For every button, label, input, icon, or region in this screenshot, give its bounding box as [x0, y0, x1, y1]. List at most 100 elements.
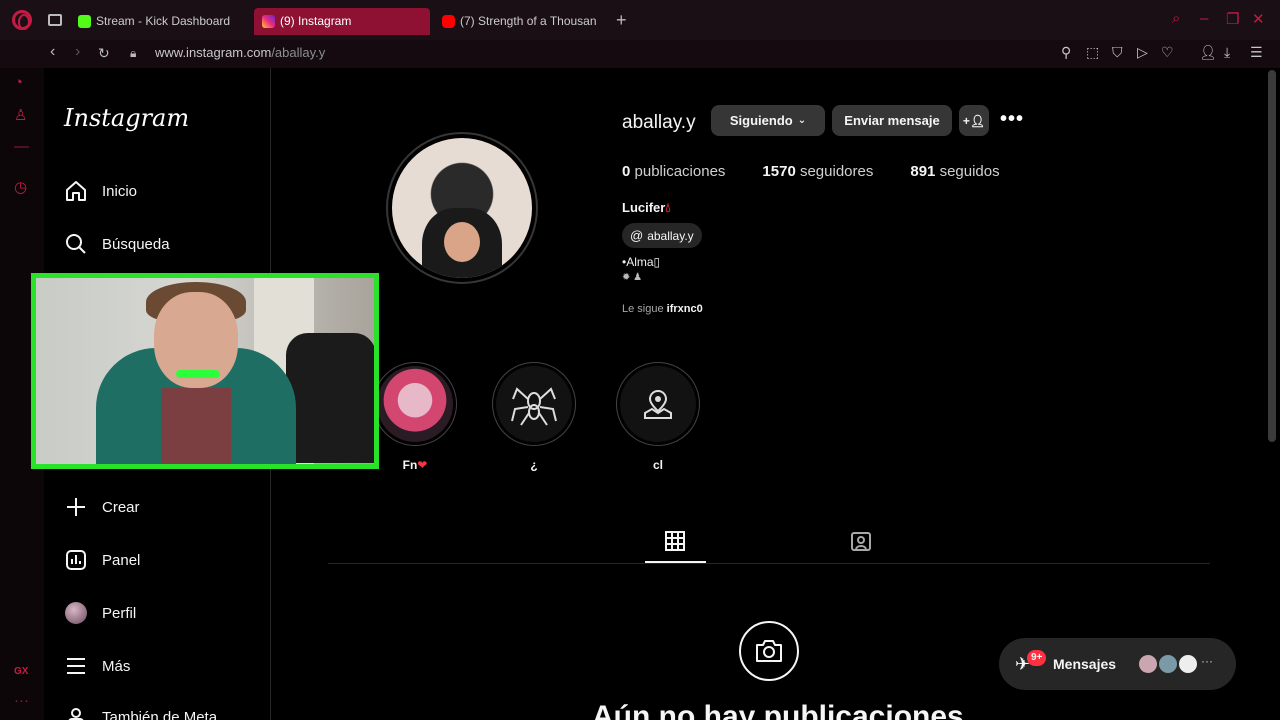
tab-label: (7) Strength of a Thousan	[460, 14, 597, 28]
avatar	[1177, 653, 1199, 675]
pin-icon[interactable]: ⚲	[1061, 44, 1071, 61]
nav-item-inicio[interactable]: Inicio	[64, 176, 137, 206]
highlight-question[interactable]: ¿	[491, 362, 577, 472]
webcam-headphones-glow	[176, 370, 220, 378]
messages-dock[interactable]: ✈︎ 9+ Mensajes ···	[999, 638, 1236, 690]
followed-by[interactable]: Le sigue ifrxnc0	[622, 303, 703, 315]
profile-bio: •Alma▯ ✹ ♟	[622, 254, 660, 286]
nav-item-perfil[interactable]: Perfil	[64, 598, 136, 628]
avatar	[64, 601, 88, 625]
forward-button[interactable]: ›	[75, 43, 80, 61]
highlight-label: cl	[652, 458, 663, 472]
profile-picture[interactable]	[386, 132, 538, 284]
lock-icon[interactable]: 🔒︎	[130, 46, 136, 61]
opera-logo-icon[interactable]	[12, 10, 32, 30]
highlight-fn[interactable]: Fn❤	[372, 362, 458, 472]
tab-youtube[interactable]: (7) Strength of a Thousan	[434, 8, 606, 35]
home-icon	[64, 179, 88, 203]
tab-posts-grid[interactable]	[664, 530, 688, 554]
gx-corner-icon[interactable]: ♙	[14, 106, 27, 124]
tab-label: Stream - Kick Dashboard	[96, 14, 231, 28]
nav-label: Perfil	[102, 604, 137, 622]
messages-label: Mensajes	[1053, 656, 1117, 672]
instagram-favicon-icon	[262, 15, 275, 28]
tab-instagram[interactable]: (9) Instagram	[254, 8, 430, 35]
snapshot-icon[interactable]: ⬚	[1086, 44, 1099, 61]
nav-item-meta[interactable]: También de Meta	[64, 702, 217, 720]
posts-stat: 0 publicaciones	[622, 163, 725, 180]
url-host: www.instagram.com	[155, 45, 272, 60]
url-field[interactable]: www.instagram.com/aballay.y	[155, 45, 325, 60]
tab-tagged[interactable]	[850, 530, 874, 554]
new-tab-button[interactable]: +	[616, 10, 627, 31]
no-posts-title: Aún no hay publicaciones	[592, 700, 964, 720]
following-button[interactable]: Siguiendo ⌄	[711, 105, 825, 136]
nav-label: Inicio	[102, 182, 138, 200]
nav-label: Búsqueda	[102, 235, 170, 253]
minimize-button[interactable]: –	[1200, 10, 1208, 27]
more-options-icon[interactable]: •••	[1000, 108, 1024, 131]
threads-icon: @	[630, 228, 644, 243]
reload-button[interactable]: ↻	[98, 45, 110, 62]
maximize-button[interactable]: ❐	[1226, 10, 1239, 28]
bio-text: •Alma	[622, 255, 654, 269]
webcam-gaming-chair	[286, 333, 374, 463]
send-message-button[interactable]: Enviar mensaje	[832, 105, 952, 136]
adblock-icon[interactable]: ⛉	[1112, 44, 1123, 61]
page-scrollbar[interactable]	[1268, 70, 1276, 442]
meta-icon	[64, 705, 88, 720]
tab-kick-dashboard[interactable]: Stream - Kick Dashboard	[70, 8, 248, 35]
followed-by-prefix: Le sigue	[622, 303, 664, 315]
followers-count: 1570	[762, 163, 796, 180]
close-button[interactable]: ✕	[1252, 10, 1265, 28]
avatar	[1137, 653, 1159, 675]
add-person-icon: +👤︎	[962, 113, 986, 128]
messages-badge: 9+	[1027, 650, 1047, 666]
history-clock-icon[interactable]: ◷	[14, 178, 27, 196]
search-tabs-icon[interactable]: ⌕	[1172, 10, 1180, 27]
following-stat[interactable]: 891 seguidos	[910, 163, 999, 180]
tagged-user-icon	[851, 532, 871, 551]
address-bar: ‹ › ↻ 🔒︎ www.instagram.com/aballay.y ⚲ ⬚…	[0, 40, 1280, 68]
nav-item-crear[interactable]: Crear	[64, 492, 140, 522]
bio-emoji-line: ✹ ♟	[622, 272, 643, 283]
gx-control-icon[interactable]: ◔	[14, 74, 23, 91]
account-icon[interactable]: 👤︎	[1199, 44, 1217, 61]
tab-label: (9) Instagram	[280, 14, 352, 28]
workspace-icon[interactable]	[48, 14, 62, 26]
sidebar-more-icon[interactable]: ···	[14, 692, 29, 709]
blood-drop-icon: 💧︎	[665, 200, 671, 215]
threads-link[interactable]: @ aballay.y	[622, 223, 702, 248]
nav-label: Panel	[102, 551, 141, 569]
nav-label: También de Meta	[102, 708, 218, 720]
easy-setup-menu-icon[interactable]: ☰	[1250, 44, 1263, 61]
highlight-cl[interactable]: cl	[615, 362, 701, 472]
following-label: Siguiendo	[729, 113, 793, 128]
favorites-heart-icon[interactable]: ♡	[1161, 44, 1174, 61]
instagram-logo[interactable]: Instagram	[64, 104, 189, 132]
suggested-users-button[interactable]: +👤︎	[959, 105, 989, 136]
followed-by-user: ifrxnc0	[666, 303, 703, 315]
kick-favicon-icon	[78, 15, 91, 28]
back-button[interactable]: ‹	[50, 43, 55, 61]
nav-item-busqueda[interactable]: Búsqueda	[64, 229, 170, 259]
posts-count: 0	[622, 163, 631, 180]
nav-item-panel[interactable]: Panel	[64, 545, 140, 575]
profile-stats: 0 publicaciones 1570 seguidores 891 segu…	[622, 163, 1000, 180]
highlight-cover	[377, 366, 453, 442]
gx-icon[interactable]: GX	[14, 666, 28, 677]
nav-label: Crear	[102, 498, 140, 516]
flow-icon[interactable]: ▷	[1137, 44, 1148, 61]
streamer-webcam-overlay	[31, 273, 379, 469]
nav-item-mas[interactable]: Más	[64, 651, 130, 681]
download-icon[interactable]: ⤓	[1224, 44, 1230, 61]
spider-icon	[496, 366, 572, 442]
followers-stat[interactable]: 1570 seguidores	[762, 163, 873, 180]
chevron-down-icon: ⌄	[797, 115, 807, 126]
highlight-label: ¿	[530, 458, 538, 472]
webcam-person-shirt	[161, 388, 231, 464]
avatar	[1157, 653, 1179, 675]
url-path: /aballay.y	[271, 45, 326, 60]
plus-icon	[64, 495, 88, 519]
browser-tab-bar: Stream - Kick Dashboard (9) Instagram (7…	[0, 0, 1280, 40]
